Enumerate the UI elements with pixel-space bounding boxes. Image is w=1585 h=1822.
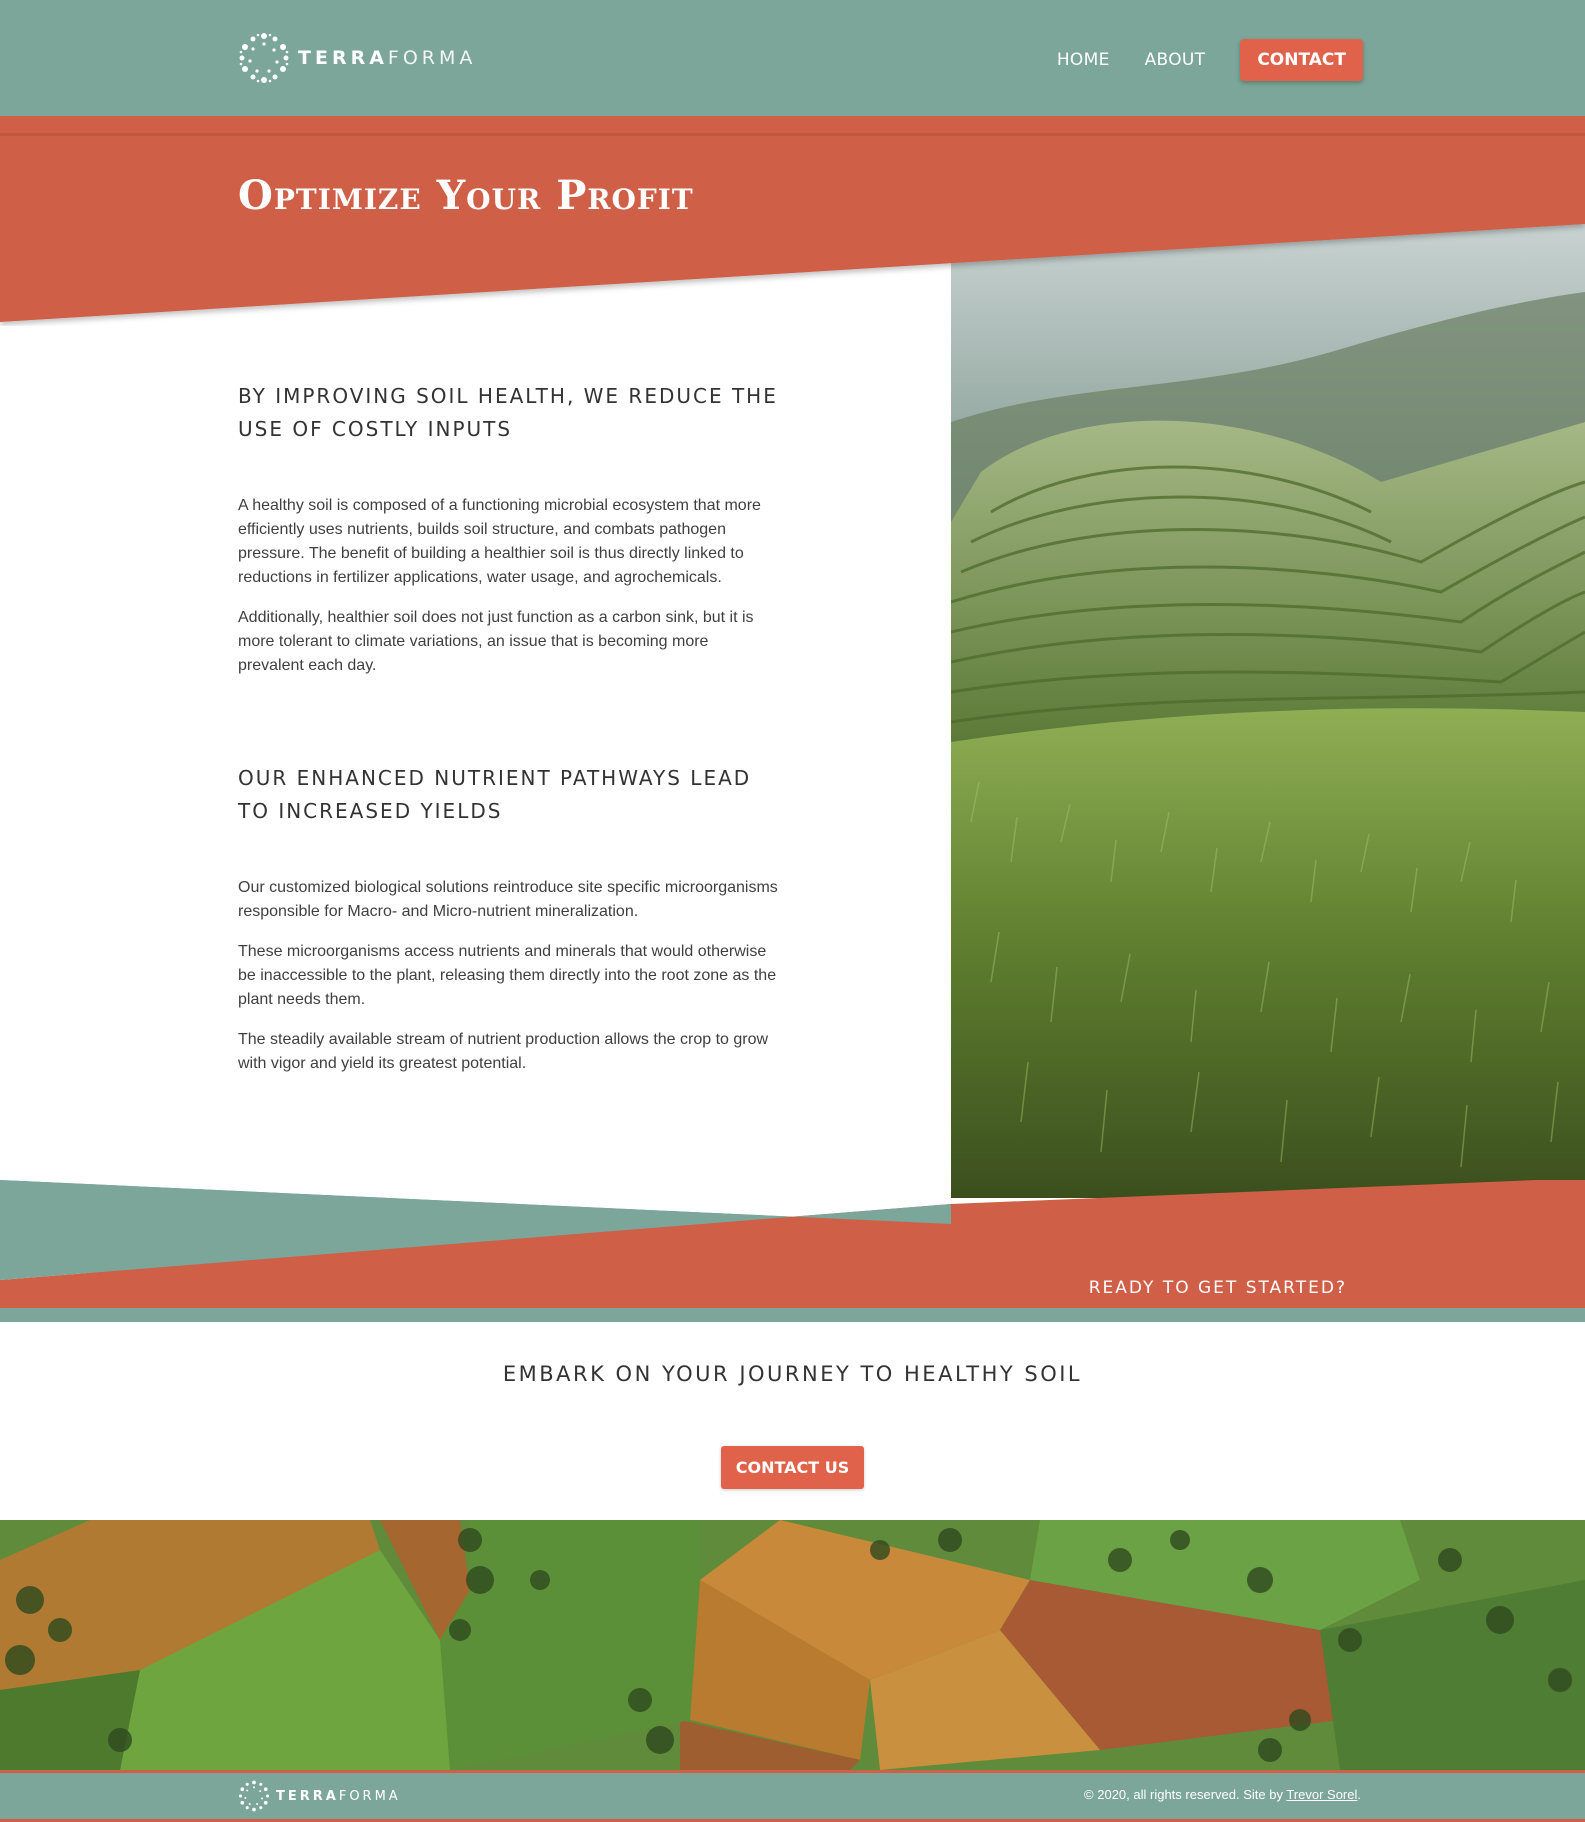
- brand-name-bold: TERRA: [276, 1788, 339, 1804]
- aerial-fields-photo: [0, 1520, 1585, 1770]
- ready-to-start-text: Ready to get started?: [1088, 1278, 1347, 1298]
- footer-copyright: © 2020, all rights reserved. Site by Tre…: [1084, 1787, 1361, 1802]
- site-footer: TERRAFORMA © 2020, all rights reserved. …: [0, 1770, 1585, 1822]
- section-paragraph: Additionally, healthier soil does not ju…: [238, 609, 754, 674]
- footer-divider: [0, 1770, 1585, 1773]
- nav-home-link[interactable]: HOME: [1057, 50, 1110, 70]
- dotted-circle-logo-icon: [238, 1780, 270, 1812]
- section-heading: Our enhanced nutrient pathways lead to i…: [238, 766, 752, 823]
- author-link[interactable]: Trevor Sorel: [1286, 1787, 1357, 1802]
- copyright-text: © 2020, all rights reserved. Site by: [1084, 1787, 1287, 1802]
- section-soil-health: By improving soil health, we reduce the …: [238, 380, 778, 678]
- hero-band: [0, 116, 1585, 322]
- main-nav: HOME ABOUT CONTACT: [1057, 39, 1363, 81]
- footer-logo[interactable]: TERRAFORMA: [238, 1780, 401, 1812]
- section-paragraph: Our customized biological solutions rein…: [238, 879, 778, 920]
- brand-logo[interactable]: TERRAFORMA: [238, 32, 476, 84]
- copyright-period: .: [1357, 1787, 1361, 1802]
- section-paragraph: The steadily available stream of nutrien…: [238, 1031, 769, 1072]
- site-header: TERRAFORMA HOME ABOUT CONTACT: [0, 0, 1585, 116]
- cta-heading: Embark on your journey to healthy soil: [502, 1362, 1083, 1386]
- footer-wordmark: TERRAFORMA: [276, 1789, 401, 1804]
- section-paragraph: These microorganisms access nutrients an…: [238, 943, 777, 1008]
- section-paragraph: A healthy soil is composed of a function…: [238, 497, 761, 586]
- bottom-slant-band: [0, 1180, 1585, 1322]
- brand-wordmark: TERRAFORMA: [298, 47, 476, 69]
- section-nutrient-pathways: Our enhanced nutrient pathways lead to i…: [238, 762, 778, 1092]
- brand-name-thin: FORMA: [338, 1788, 401, 1804]
- page-title: Optimize Your Profit: [238, 172, 694, 219]
- main-content: By improving soil health, we reduce the …: [238, 380, 778, 1072]
- brand-name-bold: TERRA: [298, 47, 388, 69]
- rice-terraces-photo: [951, 222, 1585, 1198]
- nav-contact-button[interactable]: CONTACT: [1240, 39, 1363, 81]
- brand-name-thin: FORMA: [387, 47, 477, 69]
- dotted-circle-logo-icon: [239, 33, 289, 83]
- contact-us-button[interactable]: CONTACT US: [721, 1446, 864, 1489]
- section-heading: By improving soil health, we reduce the …: [238, 384, 778, 441]
- nav-about-link[interactable]: ABOUT: [1145, 50, 1206, 70]
